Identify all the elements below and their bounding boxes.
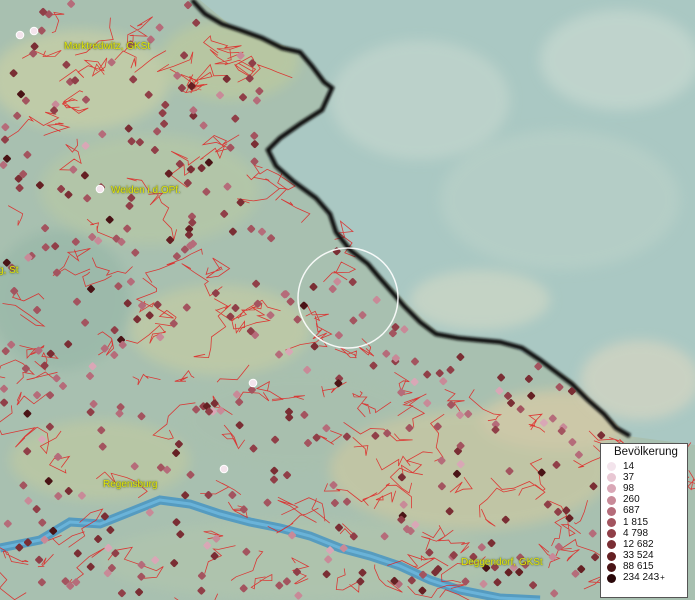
legend-value: 37 xyxy=(623,471,635,483)
legend-swatch xyxy=(607,529,616,539)
legend-swatch xyxy=(607,462,616,472)
legend-title: Bevölkerung xyxy=(614,446,678,458)
legend-plus-suffix: + xyxy=(660,573,665,583)
map-canvas[interactable] xyxy=(0,0,695,600)
legend-value: 14 xyxy=(623,460,635,472)
town-dot[interactable] xyxy=(29,26,39,36)
legend-value: 234 243+ xyxy=(623,572,665,584)
legend-entry: 4 798 xyxy=(607,528,683,539)
legend-entry: 12 682 xyxy=(607,539,683,550)
legend-entry: 1 815 xyxy=(607,517,683,528)
legend-swatch xyxy=(607,495,616,505)
legend-swatch xyxy=(607,484,616,494)
legend-value: 98 xyxy=(623,482,635,494)
legend-value: 12 682 xyxy=(623,538,654,550)
legend-entries: 14 37 98 260 687 1 815 4 798 12 682 33 524 88 615… xyxy=(607,461,683,584)
legend-entry: 687 xyxy=(607,506,683,517)
town-dot[interactable] xyxy=(15,30,25,40)
legend-swatch xyxy=(607,540,616,550)
city-label-deggendorf: Deggendorf, GKSt xyxy=(461,557,543,568)
legend-value: 687 xyxy=(623,505,640,517)
town-dot[interactable] xyxy=(248,378,258,388)
city-label-edge: g, St xyxy=(0,265,19,276)
legend-entry: 260 xyxy=(607,495,683,506)
legend-value: 33 524 xyxy=(623,550,654,562)
legend-entry: 33 524 xyxy=(607,551,683,562)
legend-entry: 88 615 xyxy=(607,562,683,573)
legend-swatch xyxy=(607,473,616,483)
legend-swatch xyxy=(607,506,616,516)
legend-value: 1 815 xyxy=(623,516,649,528)
legend-entry: 234 243+ xyxy=(607,573,683,584)
legend-swatch xyxy=(607,573,616,583)
legend-swatch xyxy=(607,562,616,572)
legend-entry: 37 xyxy=(607,472,683,483)
city-label-marktredwitz: Marktredwitz, GKSt xyxy=(64,41,151,52)
legend-swatch xyxy=(607,518,616,528)
legend-value: 260 xyxy=(623,494,640,506)
legend-value: 4 798 xyxy=(623,527,649,539)
legend-entry: 14 xyxy=(607,461,683,472)
legend-swatch xyxy=(607,551,616,561)
population-legend: Bevölkerung 14 37 98 260 687 1 815 4 798 12 682… xyxy=(600,443,688,598)
legend-entry: 98 xyxy=(607,483,683,494)
town-dot[interactable] xyxy=(219,464,229,474)
city-label-weiden: Weiden i.d.OPf. xyxy=(111,185,181,196)
city-label-regensburg: Regensburg xyxy=(103,479,158,490)
town-dot[interactable] xyxy=(95,184,105,194)
legend-value: 88 615 xyxy=(623,561,654,573)
